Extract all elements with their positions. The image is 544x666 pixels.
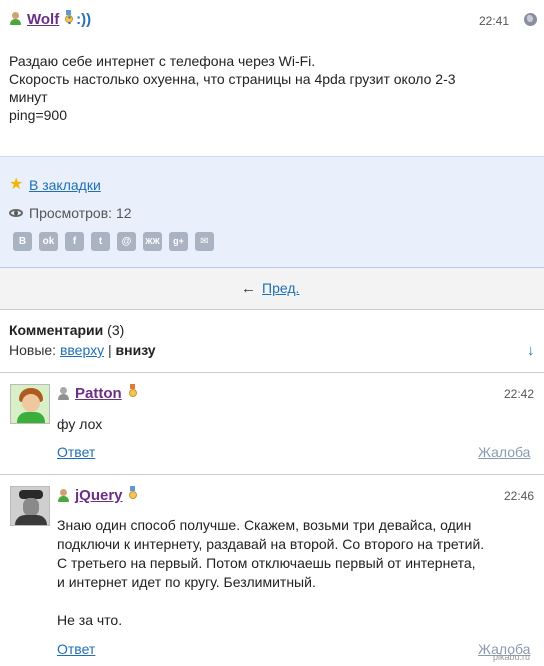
post-line: Скорость настолько охуенна, что страницы… bbox=[9, 71, 456, 87]
comment-line bbox=[57, 592, 484, 611]
comment-time: 22:42 bbox=[504, 387, 535, 401]
medal-icon bbox=[128, 486, 137, 499]
comment-line: подключи к интернету, раздавай на второй… bbox=[57, 536, 485, 552]
user-offline-icon bbox=[57, 387, 70, 400]
avatar[interactable] bbox=[10, 486, 50, 526]
sort-separator: | bbox=[108, 342, 112, 358]
share-ok-button[interactable]: ok bbox=[39, 232, 58, 251]
star-icon: ★ bbox=[9, 176, 24, 193]
report-link[interactable]: Жалоба bbox=[478, 444, 530, 460]
comments-sort: Новые: вверху | внизу bbox=[9, 342, 156, 358]
post-status: : :)) bbox=[67, 11, 92, 28]
sort-bottom-active: внизу bbox=[115, 342, 156, 358]
bookmark-link[interactable]: В закладки bbox=[29, 177, 101, 193]
views-count: Просмотров: 12 bbox=[29, 205, 132, 221]
post-author-link[interactable]: Wolf bbox=[27, 11, 59, 28]
eye-icon bbox=[9, 209, 23, 217]
reply-link[interactable]: Ответ bbox=[57, 641, 95, 657]
comment-line: Знаю один способ получше. Скажем, возьми… bbox=[57, 517, 472, 533]
share-facebook-button[interactable]: f bbox=[65, 232, 84, 251]
comments-title: Комментарии (3) bbox=[9, 322, 124, 338]
comment-time: 22:46 bbox=[504, 489, 535, 503]
post-footer: ★ В закладки Просмотров: 12 В ok f t @ Ж… bbox=[0, 156, 544, 268]
comment-author-link[interactable]: Patton bbox=[75, 385, 122, 402]
user-online-icon bbox=[9, 12, 22, 25]
sort-top-link[interactable]: вверху bbox=[60, 342, 104, 358]
share-mailru-button[interactable]: @ bbox=[117, 232, 136, 251]
post-line: Раздаю себе интернет с телефона через Wi… bbox=[9, 53, 316, 69]
avatar[interactable] bbox=[10, 384, 50, 424]
share-vk-button[interactable]: В bbox=[13, 232, 32, 251]
post-body: Раздаю себе интернет с телефона через Wi… bbox=[9, 52, 539, 124]
comment-line: Не за что. bbox=[57, 612, 123, 628]
sort-label: Новые: bbox=[9, 342, 57, 358]
comments-title-label: Комментарии bbox=[9, 322, 104, 338]
share-livejournal-button[interactable]: ЖЖ bbox=[143, 232, 162, 251]
post-header: Wolf : :)) 22:41 bbox=[0, 0, 544, 44]
left-arrow-icon: ← bbox=[241, 280, 256, 297]
comment-line: и интернет идет по кругу. Безлимитный. bbox=[57, 574, 316, 590]
comment-author-link[interactable]: jQuery bbox=[75, 487, 123, 504]
watermark: pikabu.ru bbox=[493, 652, 531, 662]
comment-line: фу лох bbox=[57, 416, 103, 432]
share-twitter-button[interactable]: t bbox=[91, 232, 110, 251]
reply-link[interactable]: Ответ bbox=[57, 444, 95, 460]
comment: jQuery 22:46 Знаю один способ получше. С… bbox=[0, 474, 544, 666]
comments-count: (3) bbox=[107, 322, 125, 338]
prev-page-link[interactable]: Пред. bbox=[262, 280, 299, 296]
share-googleplus-button[interactable]: g+ bbox=[169, 232, 188, 251]
comment: Patton 22:42 фу лох Ответ Жалоба bbox=[0, 372, 544, 473]
share-email-button[interactable]: ✉ bbox=[195, 232, 214, 251]
user-online-icon bbox=[57, 489, 70, 502]
globe-icon[interactable] bbox=[524, 13, 537, 26]
scroll-down-icon[interactable]: ↓ bbox=[527, 342, 535, 359]
post-line: ping=900 bbox=[9, 107, 68, 123]
post-time: 22:41 bbox=[479, 14, 510, 28]
comment-line: С третьего на первый. Потом отключаешь п… bbox=[57, 555, 476, 571]
comment-body: Знаю один способ получше. Скажем, возьми… bbox=[57, 516, 484, 630]
pager: ← Пред. bbox=[0, 268, 544, 310]
post-line: минут bbox=[9, 89, 48, 105]
comment-body: фу лох bbox=[57, 415, 102, 434]
medal-icon bbox=[128, 384, 137, 397]
